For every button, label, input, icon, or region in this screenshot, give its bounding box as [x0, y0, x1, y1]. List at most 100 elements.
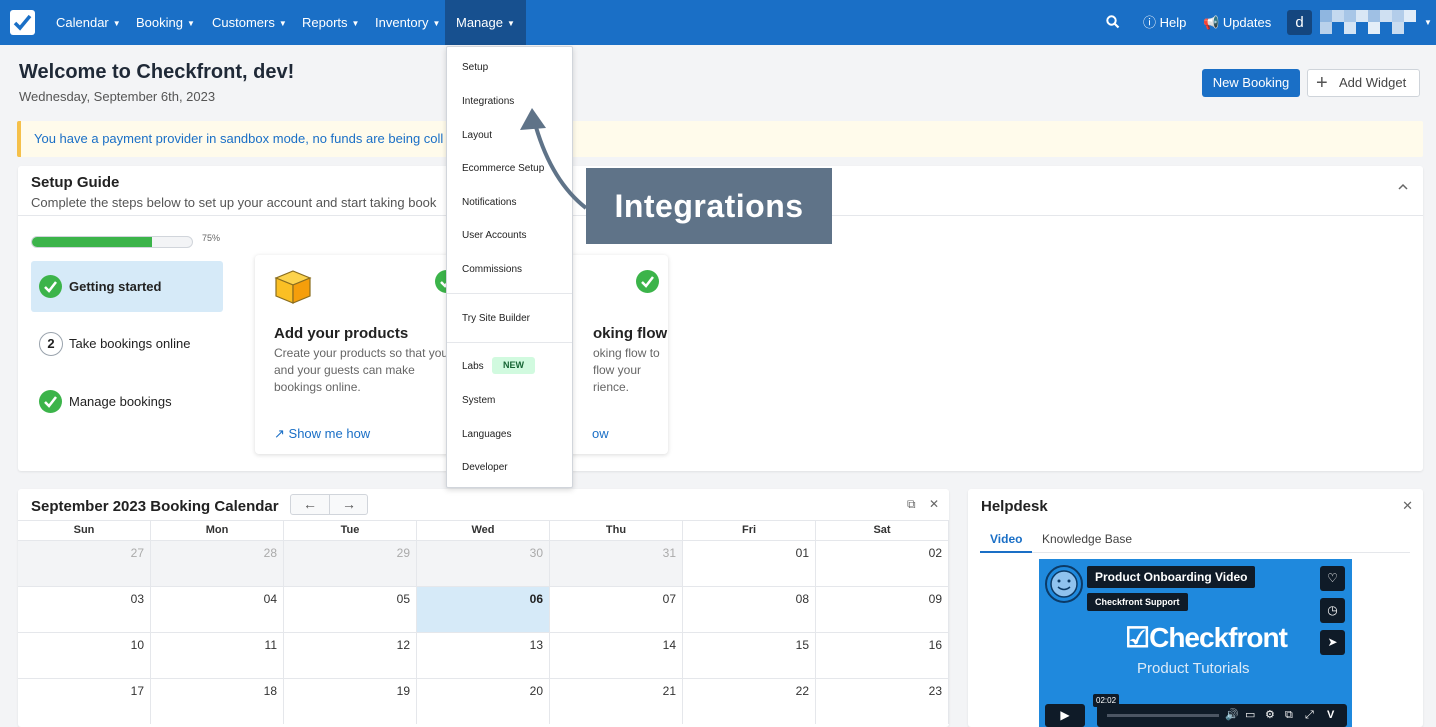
step-getting-started[interactable]: Getting started: [31, 261, 223, 312]
search-icon[interactable]: [1106, 0, 1120, 45]
calendar-day-cell[interactable]: 29: [284, 540, 417, 586]
checkbox-icon: ☑: [1125, 622, 1150, 653]
nav-manage[interactable]: Manage ▼: [445, 0, 526, 45]
calendar-day-cell[interactable]: 13: [417, 632, 550, 678]
calendar-day-cell[interactable]: 03: [18, 586, 151, 632]
calendar-week-row: 10 11 12 13 14 15 16: [18, 632, 949, 678]
nav-calendar[interactable]: Calendar ▼: [45, 0, 132, 45]
caret-down-icon[interactable]: ▼: [1424, 0, 1432, 45]
share-icon[interactable]: ➤: [1320, 630, 1345, 655]
current-date: Wednesday, September 6th, 2023: [19, 89, 216, 104]
menu-item-system[interactable]: System: [462, 395, 495, 406]
megaphone-icon: 📢: [1203, 15, 1220, 30]
calendar-title: September 2023 Booking Calendar: [31, 498, 279, 515]
step-manage-bookings[interactable]: Manage bookings: [31, 376, 223, 427]
step-take-bookings-online[interactable]: 2 Take bookings online: [31, 318, 223, 369]
collapse-chevron-icon[interactable]: [1398, 179, 1408, 193]
calendar-day-cell[interactable]: 23: [816, 678, 949, 724]
fullscreen-icon[interactable]: ⤢: [1305, 704, 1314, 727]
volume-icon[interactable]: 🔊: [1225, 704, 1239, 727]
menu-item-try-site-builder[interactable]: Try Site Builder: [462, 313, 530, 324]
menu-item-notifications[interactable]: Notifications: [462, 197, 516, 208]
video-scrubber[interactable]: [1107, 714, 1219, 717]
calendar-day-cell[interactable]: 10: [18, 632, 151, 678]
nav-booking[interactable]: Booking ▼: [125, 0, 206, 45]
tab-video[interactable]: Video: [990, 532, 1022, 546]
calendar-day-cell[interactable]: 16: [816, 632, 949, 678]
booking-calendar-card: September 2023 Booking Calendar ← → ⧉ ✕ …: [18, 489, 949, 727]
calendar-day-cell[interactable]: 20: [417, 678, 550, 724]
calendar-day-cell[interactable]: 12: [284, 632, 417, 678]
prev-month-button[interactable]: ←: [291, 495, 329, 514]
heart-icon[interactable]: ♡: [1320, 566, 1345, 591]
settings-icon[interactable]: ⚙: [1265, 704, 1275, 727]
next-month-button[interactable]: →: [330, 495, 368, 514]
menu-item-languages[interactable]: Languages: [462, 429, 512, 440]
caret-down-icon: ▼: [351, 19, 360, 28]
menu-item-integrations[interactable]: Integrations: [462, 96, 514, 107]
calendar-day-cell[interactable]: 08: [683, 586, 816, 632]
video-channel[interactable]: Checkfront Support: [1087, 593, 1188, 611]
menu-item-layout[interactable]: Layout: [462, 130, 492, 141]
show-me-how-link[interactable]: ow: [592, 426, 609, 441]
help-icon: ⓘ: [1143, 15, 1157, 30]
calendar-day-cell[interactable]: 11: [151, 632, 284, 678]
close-icon[interactable]: ✕: [929, 497, 939, 511]
calendar-day-cell[interactable]: 09: [816, 586, 949, 632]
add-widget-button[interactable]: + Add Widget: [1307, 69, 1420, 97]
card-description: Create your products so that you and you…: [274, 346, 449, 394]
nav-customers[interactable]: Customers ▼: [201, 0, 298, 45]
calendar-day-cell[interactable]: 19: [284, 678, 417, 724]
calendar-day-cell[interactable]: 21: [550, 678, 683, 724]
calendar-day-cell[interactable]: 27: [18, 540, 151, 586]
clock-icon[interactable]: ◷: [1320, 598, 1345, 623]
calendar-day-cell[interactable]: 07: [550, 586, 683, 632]
calendar-day-cell[interactable]: 17: [18, 678, 151, 724]
caret-down-icon: ▼: [186, 19, 195, 28]
nav-inventory[interactable]: Inventory ▼: [364, 0, 451, 45]
calendar-day-cell[interactable]: 30: [417, 540, 550, 586]
calendar-day-cell[interactable]: 04: [151, 586, 284, 632]
updates-link[interactable]: 📢 Updates: [1203, 0, 1271, 45]
menu-item-commissions[interactable]: Commissions: [462, 264, 522, 275]
menu-item-setup[interactable]: Setup: [462, 62, 488, 73]
avatar[interactable]: d: [1287, 10, 1312, 35]
calendar-day-cell[interactable]: 05: [284, 586, 417, 632]
onboarding-video-player[interactable]: Product Onboarding Video Checkfront Supp…: [1039, 559, 1352, 727]
menu-item-labs[interactable]: Labs: [462, 361, 484, 372]
tab-knowledge-base[interactable]: Knowledge Base: [1042, 532, 1132, 546]
channel-avatar-icon[interactable]: [1045, 565, 1083, 603]
video-title[interactable]: Product Onboarding Video: [1087, 566, 1256, 588]
menu-item-user-accounts[interactable]: User Accounts: [462, 230, 526, 241]
updates-label: Updates: [1222, 15, 1272, 30]
show-me-how-link[interactable]: ↗ Show me how: [274, 426, 370, 442]
vimeo-icon[interactable]: V: [1327, 704, 1334, 727]
close-icon[interactable]: ✕: [1402, 498, 1413, 514]
new-booking-button[interactable]: New Booking: [1202, 69, 1300, 97]
checkfront-logo-icon[interactable]: [10, 10, 35, 35]
menu-item-developer[interactable]: Developer: [462, 462, 508, 473]
caret-down-icon: ▼: [506, 19, 515, 28]
calendar-day-cell[interactable]: 06: [417, 586, 550, 632]
step-label: Getting started: [69, 279, 162, 294]
arrow-up-right-icon: ↗: [274, 426, 285, 441]
card-title: Add your products: [274, 325, 409, 342]
calendar-day-cell[interactable]: 18: [151, 678, 284, 724]
calendar-day-cell[interactable]: 02: [816, 540, 949, 586]
calendar-day-cell[interactable]: 28: [151, 540, 284, 586]
calendar-day-cell[interactable]: 15: [683, 632, 816, 678]
cast-icon[interactable]: ▭: [1245, 704, 1255, 727]
help-link[interactable]: ⓘ Help: [1143, 0, 1186, 45]
calendar-day-cell[interactable]: 22: [683, 678, 816, 724]
pip-icon[interactable]: ⧉: [1285, 704, 1293, 727]
check-circle-icon: [39, 390, 62, 413]
calendar-day-cell[interactable]: 01: [683, 540, 816, 586]
calendar-day-cell[interactable]: 31: [550, 540, 683, 586]
setup-guide-title: Setup Guide: [31, 174, 120, 191]
play-button[interactable]: ▶: [1045, 704, 1085, 727]
calendar-day-cell[interactable]: 14: [550, 632, 683, 678]
video-controls: 🔊 ▭ ⚙ ⧉ ⤢ V: [1097, 704, 1347, 727]
external-link-icon[interactable]: ⧉: [907, 497, 916, 511]
nav-reports[interactable]: Reports ▼: [291, 0, 370, 45]
calendar-week-row: 17 18 19 20 21 22 23: [18, 678, 949, 724]
